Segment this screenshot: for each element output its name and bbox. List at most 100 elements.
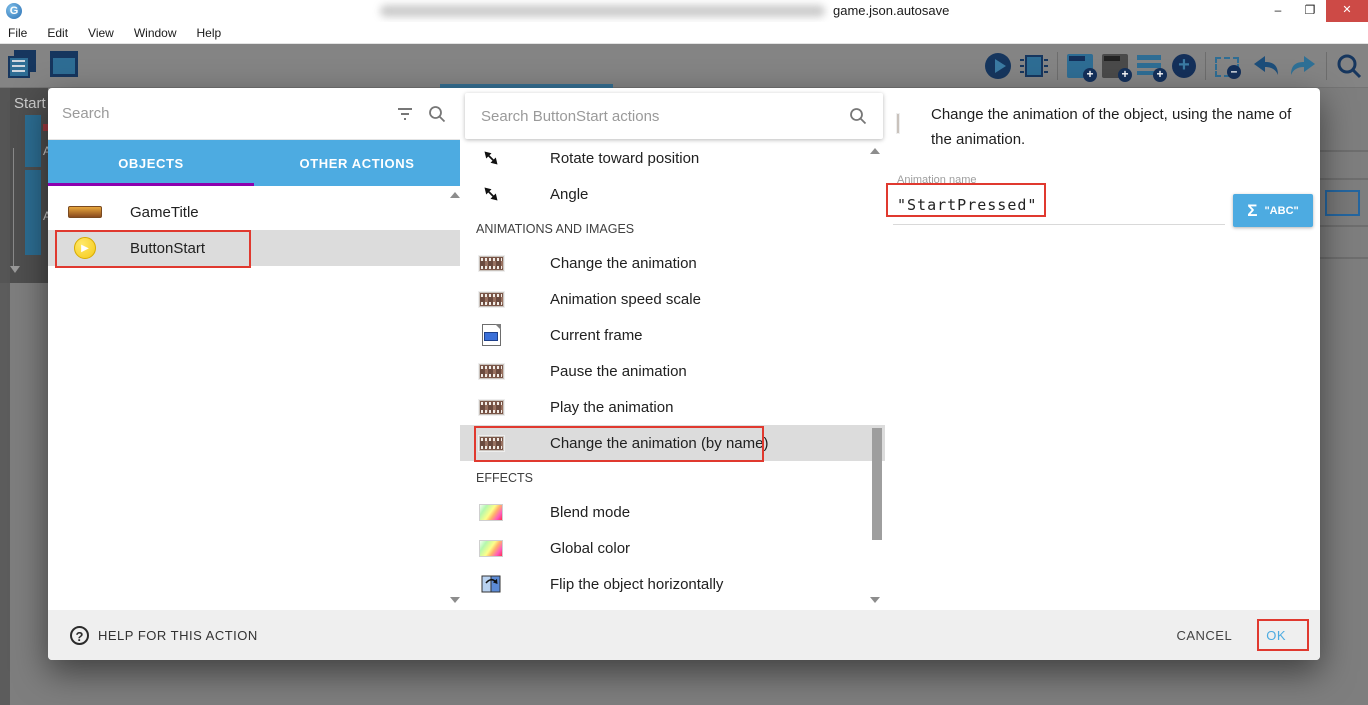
event-field-fragment — [1325, 190, 1360, 216]
tab-other-actions[interactable]: OTHER ACTIONS — [254, 140, 460, 186]
debug-icon[interactable] — [1025, 55, 1043, 77]
action-row-change-the-animation[interactable]: Change the animation — [460, 245, 885, 281]
flip-horizontal-icon — [481, 574, 501, 594]
expression-editor-button[interactable]: Σ "ABC" — [1233, 194, 1313, 227]
close-button[interactable]: ✕ — [1326, 0, 1368, 22]
search-icon[interactable] — [428, 105, 446, 123]
filmstrip-icon — [479, 364, 504, 379]
project-manager-icon[interactable] — [8, 50, 38, 78]
add-external-layout-icon[interactable]: + — [1102, 54, 1128, 78]
action-row-global-color[interactable]: Global color — [460, 530, 885, 566]
minimize-button[interactable]: – — [1262, 0, 1294, 22]
action-label: Rotate toward position — [550, 150, 699, 167]
filmstrip-icon — [897, 115, 899, 133]
rainbow-icon — [479, 504, 503, 521]
dialog-footer: ? HELP FOR THIS ACTION CANCEL OK — [48, 610, 1320, 660]
action-label: Global color — [550, 540, 630, 557]
search-icon[interactable] — [849, 107, 867, 125]
scene-editor-icon[interactable] — [50, 51, 78, 77]
play-icon[interactable] — [985, 53, 1011, 79]
events-tab-label: Start P — [14, 95, 48, 112]
separator — [1205, 52, 1206, 80]
add-scene-icon[interactable]: + — [1067, 54, 1093, 78]
object-label: GameTitle — [130, 204, 199, 221]
separator — [1326, 52, 1327, 80]
filmstrip-icon — [479, 256, 504, 271]
annotation-box-input — [886, 183, 1046, 217]
gdevelop-window: G game.json.autosave – ❐ ✕ File Edit View W… — [0, 0, 1368, 705]
action-label: Pause the animation — [550, 363, 687, 380]
annotation-box-ok — [1257, 619, 1309, 651]
title-blurred-path — [380, 5, 825, 17]
buttonstart-sprite-icon: ▶ — [74, 237, 96, 259]
object-search-input[interactable] — [62, 105, 382, 122]
action-row-animation-speed-scale[interactable]: Animation speed scale — [460, 281, 885, 317]
gdevelop-logo-icon: G — [6, 3, 22, 19]
event-block-fragment — [25, 115, 41, 167]
sigma-icon: Σ — [1247, 201, 1257, 221]
action-detail-panel: Change the animation of the object, usin… — [885, 88, 1320, 660]
action-label: Animation speed scale — [550, 291, 701, 308]
remove-events-icon[interactable]: – — [1215, 57, 1239, 77]
filmstrip-icon — [479, 436, 504, 451]
current-frame-icon — [482, 324, 501, 346]
actions-panel: Rotate toward positionAngleANIMATIONS AN… — [460, 88, 885, 660]
menu-item-help[interactable]: Help — [197, 26, 222, 40]
action-label: Change the animation (by name) — [550, 435, 768, 452]
object-row-buttonstart[interactable]: ▶ButtonStart — [48, 230, 460, 266]
actions-list: Rotate toward positionAngleANIMATIONS AN… — [460, 140, 885, 610]
action-row-flip-the-object-horizontally[interactable]: Flip the object horizontally — [460, 566, 885, 602]
toolbar: ++++– — [0, 44, 1368, 88]
redo-icon[interactable] — [1289, 54, 1317, 78]
undo-icon[interactable] — [1252, 54, 1280, 78]
add-resource-icon[interactable]: + — [1172, 54, 1196, 78]
title-bar: G game.json.autosave – ❐ ✕ — [0, 0, 1368, 22]
action-editor-dialog: OBJECTSOTHER ACTIONS GameTitle ▶ButtonSta… — [48, 88, 1320, 660]
search-icon[interactable] — [1336, 53, 1362, 79]
rotate-icon — [482, 185, 500, 203]
cancel-button[interactable]: CANCEL — [1176, 628, 1232, 643]
filmstrip-icon — [479, 400, 504, 415]
help-icon: ? — [70, 626, 89, 645]
section-header: EFFECTS — [460, 461, 885, 494]
action-row-blend-mode[interactable]: Blend mode — [460, 494, 885, 530]
filmstrip-icon — [479, 292, 504, 307]
menu-item-file[interactable]: File — [8, 26, 27, 40]
help-button[interactable]: ? HELP FOR THIS ACTION — [70, 626, 258, 645]
menu-item-window[interactable]: Window — [134, 26, 177, 40]
filter-icon[interactable] — [396, 107, 414, 121]
action-label: Change the animation — [550, 255, 697, 272]
event-block-fragment — [25, 170, 41, 255]
object-search-bar — [48, 88, 460, 140]
action-row-change-the-animation-by-name-[interactable]: Change the animation (by name) — [460, 425, 885, 461]
action-label: Blend mode — [550, 504, 630, 521]
menu-item-edit[interactable]: Edit — [47, 26, 68, 40]
tab-objects[interactable]: OBJECTS — [48, 140, 254, 186]
scroll-down-arrow[interactable] — [450, 597, 460, 603]
maximize-button[interactable]: ❐ — [1294, 0, 1326, 22]
action-label: Play the animation — [550, 399, 673, 416]
action-search-bar — [465, 93, 883, 139]
menu-bar: File Edit View Window Help — [0, 22, 1368, 44]
action-row-pause-the-animation[interactable]: Pause the animation — [460, 353, 885, 389]
objects-panel: OBJECTSOTHER ACTIONS GameTitle ▶ButtonSta… — [48, 88, 460, 660]
separator — [1057, 52, 1058, 80]
rotate-icon — [482, 149, 500, 167]
gametitle-sprite-icon — [68, 206, 102, 218]
add-external-events-icon[interactable]: + — [1137, 54, 1163, 78]
action-row-partial[interactable] — [460, 602, 885, 610]
tree-collapse-arrow — [10, 266, 20, 273]
action-row-play-the-animation[interactable]: Play the animation — [460, 389, 885, 425]
scroll-up-arrow[interactable] — [450, 192, 460, 198]
objects-list: GameTitle ▶ButtonStart — [48, 194, 460, 266]
action-search-input[interactable] — [481, 108, 837, 125]
menu-item-view[interactable]: View — [88, 26, 114, 40]
action-row-current-frame[interactable]: Current frame — [460, 317, 885, 353]
scrollbar-thumb[interactable] — [872, 428, 882, 540]
window-title: game.json.autosave — [833, 3, 949, 18]
object-row-gametitle[interactable]: GameTitle — [48, 194, 460, 230]
scroll-down-arrow[interactable] — [870, 597, 880, 603]
action-row-rotate-toward-position[interactable]: Rotate toward position — [460, 140, 885, 176]
action-row-angle[interactable]: Angle — [460, 176, 885, 212]
scroll-up-arrow[interactable] — [870, 148, 880, 154]
